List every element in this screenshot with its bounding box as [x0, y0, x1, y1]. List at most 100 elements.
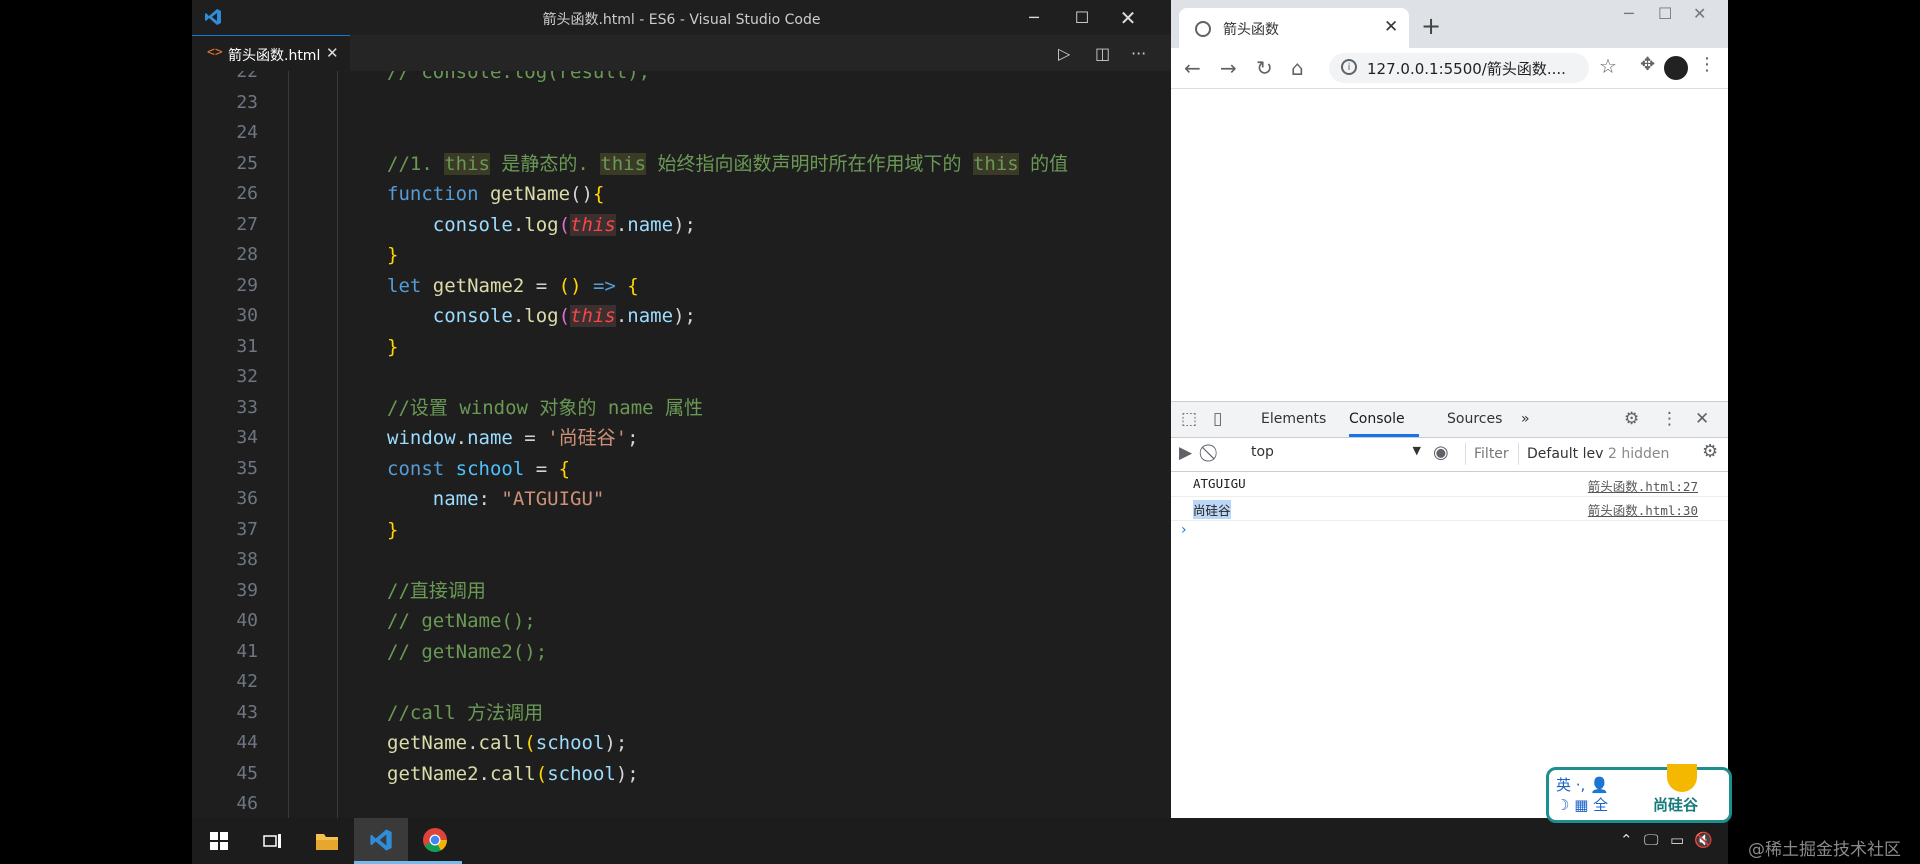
code-token: . — [467, 732, 479, 754]
message-source-link[interactable]: 箭头函数.html:30 — [1588, 500, 1698, 519]
tab-console[interactable]: Console — [1349, 411, 1405, 427]
chrome-taskbar-button[interactable] — [408, 818, 462, 864]
start-button[interactable] — [192, 818, 246, 864]
filter-input[interactable]: Filter — [1465, 443, 1519, 465]
more-tabs-icon[interactable]: » — [1521, 411, 1530, 427]
battery-icon[interactable]: ▭ — [1670, 831, 1684, 849]
more-actions-icon[interactable]: ··· — [1131, 35, 1146, 71]
code-line[interactable]: 32 — [192, 362, 1171, 393]
devtools-tabs: ⬚ ▯ Elements Console Sources » ⚙ ⋮ ✕ — [1171, 402, 1728, 438]
code-token: name — [627, 213, 674, 236]
code-line[interactable]: 33 //设置 window 对象的 name 属性 — [192, 393, 1171, 424]
code-line[interactable]: 43 //call 方法调用 — [192, 698, 1171, 729]
code-line[interactable]: 42 — [192, 667, 1171, 698]
split-editor-icon[interactable]: ◫ — [1095, 35, 1110, 71]
line-number: 39 — [236, 579, 258, 601]
tab-label: 箭头函数.html — [228, 48, 321, 64]
code-line[interactable]: 27 console.log(this.name); — [192, 210, 1171, 241]
device-toolbar-icon[interactable]: ▯ — [1213, 409, 1222, 429]
windows-taskbar: ⌃ 🖵 ▭ 🔇 — [192, 818, 1728, 864]
code-line[interactable]: 36 name: "ATGUIGU" — [192, 484, 1171, 515]
code-line[interactable]: 46 — [192, 789, 1171, 818]
code-line[interactable]: 45 getName2.call(school); — [192, 759, 1171, 790]
line-number: 22 — [236, 71, 258, 82]
home-icon[interactable]: ⌂ — [1291, 56, 1304, 80]
run-icon[interactable]: ▷ — [1058, 35, 1070, 71]
network-icon[interactable]: 🖵 — [1644, 831, 1658, 849]
code-line[interactable]: 38 — [192, 545, 1171, 576]
forward-icon[interactable]: → — [1220, 56, 1237, 80]
code-token: this — [570, 213, 616, 236]
code-line[interactable]: 40 // getName(); — [192, 606, 1171, 637]
new-tab-button[interactable]: + — [1421, 12, 1441, 40]
back-icon[interactable]: ← — [1184, 56, 1201, 80]
profile-avatar[interactable] — [1664, 56, 1688, 80]
code-line[interactable]: 31} — [192, 332, 1171, 363]
line-number: 27 — [236, 213, 258, 235]
line-number: 42 — [236, 671, 258, 692]
code-line[interactable]: 37} — [192, 515, 1171, 546]
close-window-button[interactable]: ✕ — [1693, 4, 1706, 23]
close-window-button[interactable]: ✕ — [1105, 0, 1151, 35]
code-line[interactable]: 35 const school = { — [192, 454, 1171, 485]
code-line[interactable]: 41 // getName2(); — [192, 637, 1171, 668]
bookmark-star-icon[interactable]: ☆ — [1599, 54, 1617, 78]
code-token: call — [489, 762, 536, 785]
tab-elements[interactable]: Elements — [1261, 411, 1326, 427]
line-number: 33 — [236, 396, 258, 418]
code-line[interactable]: 39 //直接调用 — [192, 576, 1171, 607]
tab-arrow-function-html[interactable]: <> 箭头函数.html ✕ — [192, 35, 350, 71]
volume-muted-icon[interactable]: 🔇 — [1694, 831, 1713, 849]
file-explorer-button[interactable] — [300, 818, 354, 864]
log-levels-dropdown[interactable]: Default lev — [1527, 446, 1603, 462]
address-bar[interactable]: i 127.0.0.1:5500/箭头函数.... — [1329, 53, 1589, 83]
devtools-menu-icon[interactable]: ⋮ — [1661, 409, 1678, 429]
settings-gear-icon[interactable]: ⚙ — [1624, 409, 1639, 429]
line-number: 45 — [236, 762, 258, 784]
reload-icon[interactable]: ↻ — [1256, 56, 1273, 80]
line-number: 36 — [236, 488, 258, 509]
extensions-icon[interactable]: ✥ — [1640, 54, 1655, 75]
code-editor[interactable]: 22 // console.log(result); 23 24 25 //1. this… — [192, 71, 1171, 818]
code-token: log — [524, 305, 559, 327]
task-view-button[interactable] — [246, 818, 300, 864]
code-token: //1. — [387, 152, 445, 175]
line-code: window.name = '尚硅谷'; — [387, 423, 639, 454]
console-prompt[interactable]: › — [1181, 522, 1187, 538]
chrome-menu-icon[interactable]: ⋮ — [1698, 54, 1716, 75]
sidebar-toggle-icon[interactable]: ▶ — [1179, 443, 1192, 463]
minimize-button[interactable]: ─ — [1624, 4, 1634, 23]
code-line[interactable]: 23 — [192, 88, 1171, 119]
maximize-button[interactable]: ☐ — [1059, 0, 1105, 35]
console-settings-gear-icon[interactable]: ⚙ — [1702, 441, 1718, 462]
code-token: this — [972, 152, 1019, 175]
site-info-icon[interactable]: i — [1341, 59, 1357, 75]
code-token: this — [600, 152, 647, 175]
code-line[interactable]: 44 getName.call(school); — [192, 728, 1171, 759]
code-line[interactable]: 29 let getName2 = () => { — [192, 271, 1171, 302]
code-token: ( — [524, 732, 536, 754]
vscode-taskbar-button[interactable] — [354, 818, 408, 864]
live-expression-eye-icon[interactable]: ◉ — [1433, 442, 1449, 463]
code-line[interactable]: 22 // console.log(result); — [192, 71, 1171, 88]
code-token: // getName(); — [387, 610, 536, 632]
code-line[interactable]: 25 //1. this 是静态的. this 始终指向函数声明时所在作用域下的 … — [192, 149, 1171, 180]
code-line[interactable]: 28} — [192, 240, 1171, 271]
tab-sources[interactable]: Sources — [1447, 411, 1502, 427]
message-source-link[interactable]: 箭头函数.html:27 — [1588, 476, 1698, 495]
maximize-button[interactable]: ☐ — [1658, 4, 1672, 23]
code-token: ); — [615, 762, 639, 785]
close-tab-icon[interactable]: ✕ — [1384, 17, 1398, 37]
inspect-element-icon[interactable]: ⬚ — [1181, 409, 1197, 429]
code-line[interactable]: 30 console.log(this.name); — [192, 301, 1171, 332]
minimize-button[interactable]: ─ — [1011, 0, 1057, 35]
close-tab-icon[interactable]: ✕ — [326, 44, 339, 62]
code-line[interactable]: 24 — [192, 118, 1171, 149]
close-devtools-icon[interactable]: ✕ — [1695, 409, 1709, 429]
code-line[interactable]: 26 function getName(){ — [192, 179, 1171, 210]
line-code: //call 方法调用 — [387, 698, 543, 729]
code-line[interactable]: 34 window.name = '尚硅谷'; — [192, 423, 1171, 454]
show-hidden-icons-icon[interactable]: ⌃ — [1620, 831, 1633, 849]
context-selector[interactable]: top ▼ — [1251, 444, 1423, 464]
